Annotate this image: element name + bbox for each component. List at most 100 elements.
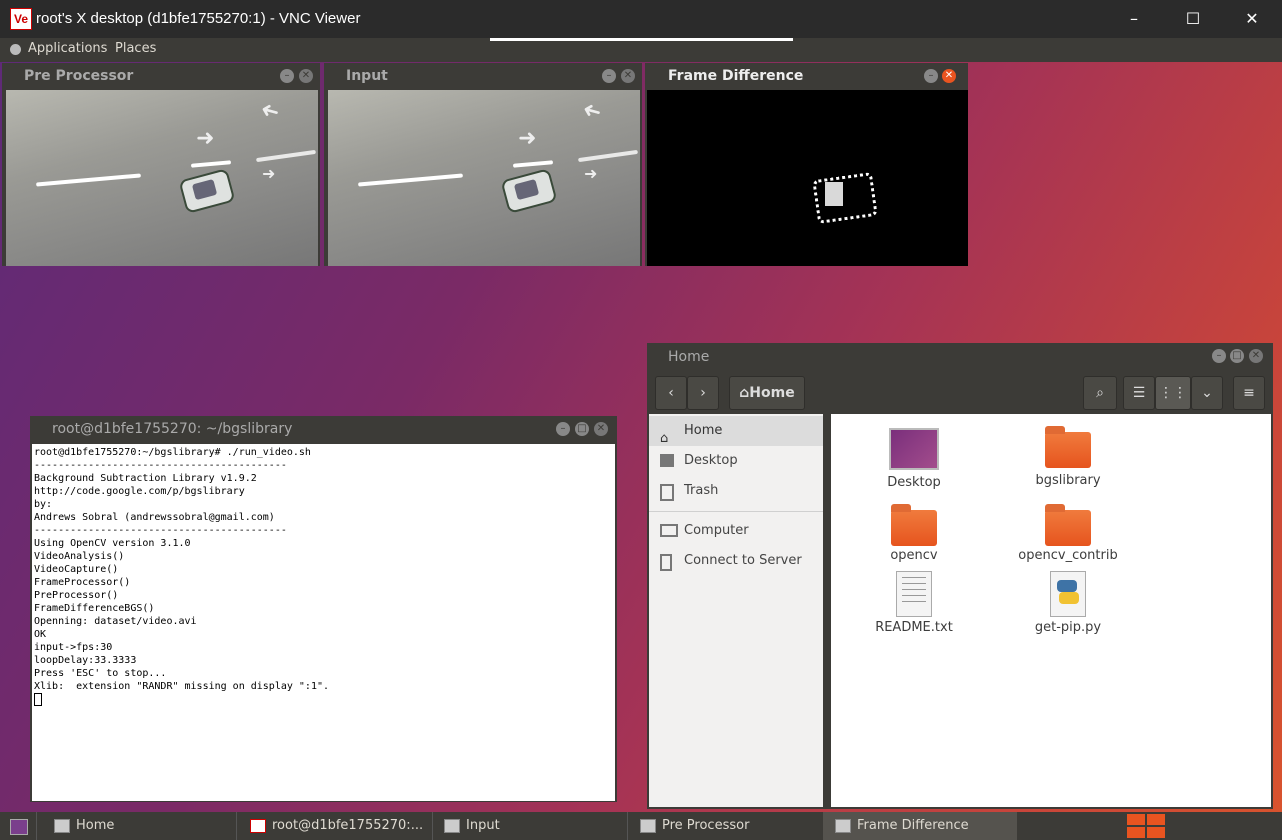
file-item-bgslibrary[interactable]: bgslibrary [998, 426, 1138, 488]
panel-indicator [490, 38, 793, 41]
close-icon[interactable]: ✕ [942, 69, 956, 83]
top-panel: Applications Places [0, 38, 1282, 62]
terminal-line: ----------------------------------------… [34, 525, 287, 536]
workspace-switcher[interactable] [1127, 814, 1165, 838]
terminal-line: Openning: dataset/video.avi [34, 616, 197, 627]
close-button[interactable]: ✕ [1232, 6, 1272, 32]
folder-icon [1045, 426, 1091, 468]
maximize-icon[interactable]: □ [1230, 349, 1244, 363]
back-button[interactable]: ‹ [655, 376, 687, 410]
minimize-button[interactable]: – [1114, 6, 1154, 32]
view-options-button[interactable]: ⌄ [1191, 376, 1223, 410]
applications-icon [10, 44, 21, 55]
sidebar-item-home[interactable]: ⌂ Home [649, 416, 823, 446]
file-item-opencv-contrib[interactable]: opencv_contrib [998, 504, 1138, 563]
input-window[interactable]: Input – ✕ ➜ ➜ ➜ [324, 63, 642, 266]
menu-button[interactable]: ≡ [1233, 376, 1265, 410]
window-icon [835, 819, 851, 833]
minimize-icon[interactable]: – [924, 69, 938, 83]
search-button[interactable]: ⌕ [1083, 376, 1117, 410]
close-icon[interactable]: ✕ [621, 69, 635, 83]
pre-processor-title: Pre Processor [24, 68, 134, 84]
home-icon: ⌂ [739, 385, 750, 401]
sidebar-item-computer[interactable]: Computer [649, 516, 823, 546]
file-item-desktop[interactable]: Desktop [844, 428, 984, 490]
file-item-opencv[interactable]: opencv [844, 504, 984, 563]
pre-processor-frame: ➜ ➜ ➜ [6, 90, 318, 266]
sidebar-item-trash[interactable]: Trash [649, 476, 823, 506]
file-manager-icon [54, 819, 70, 833]
vnc-titlebar: Ve root's X desktop (d1bfe1755270:1) - V… [0, 0, 1282, 38]
chevron-down-icon: ⌄ [1201, 385, 1213, 401]
terminal-app-icon [250, 819, 266, 833]
text-file-icon [896, 571, 932, 617]
terminal-line: loopDelay:33.3333 [34, 655, 137, 666]
taskbar-item-home[interactable]: Home [54, 812, 234, 840]
list-icon: ☰ [1132, 385, 1146, 401]
maximize-icon[interactable]: □ [575, 422, 589, 436]
forward-button[interactable]: › [687, 376, 719, 410]
grid-icon: ⋮⋮ [1159, 385, 1187, 401]
file-manager-window[interactable]: Home – □ ✕ ‹ › ⌂Home ⌕ ☰ ⋮⋮ ⌄ ≡ ⌂ Home D… [647, 343, 1273, 809]
terminal-line: VideoCapture() [34, 564, 119, 575]
pre-processor-window[interactable]: Pre Processor – ✕ ➜ ➜ ➜ [2, 63, 320, 266]
taskbar-item-pre-processor[interactable]: Pre Processor [640, 812, 820, 840]
file-manager-title: Home [668, 349, 710, 365]
terminal-output[interactable]: root@d1bfe1755270:~/bgslibrary# ./run_vi… [32, 444, 615, 801]
minimize-icon[interactable]: – [1212, 349, 1226, 363]
terminal-line: FrameDifferenceBGS() [34, 603, 155, 614]
taskbar-item-frame-difference[interactable]: Frame Difference [835, 812, 1015, 840]
applications-menu[interactable]: Applications [28, 41, 107, 56]
folder-icon [1045, 504, 1091, 546]
terminal-line: Andrews Sobral (andrewssobral@gmail.com) [34, 512, 275, 523]
vnc-logo-icon: Ve [10, 8, 32, 30]
close-icon[interactable]: ✕ [299, 69, 313, 83]
sidebar-divider [649, 511, 823, 512]
trash-icon [660, 484, 674, 501]
input-title: Input [346, 68, 388, 84]
window-icon [444, 819, 460, 833]
input-frame: ➜ ➜ ➜ [328, 90, 640, 266]
close-icon[interactable]: ✕ [594, 422, 608, 436]
desktop-folder-icon [889, 428, 939, 470]
hamburger-icon: ≡ [1243, 385, 1255, 401]
window-title: root's X desktop (d1bfe1755270:1) - VNC … [36, 10, 361, 27]
terminal-line: OK [34, 629, 47, 640]
show-desktop-icon[interactable] [10, 819, 28, 835]
taskbar: Home root@d1bfe1755270:... Input Pre Pro… [0, 812, 1282, 840]
file-grid: Desktop bgslibrary opencv opencv_contrib… [831, 414, 1271, 807]
close-icon[interactable]: ✕ [1249, 349, 1263, 363]
terminal-window[interactable]: root@d1bfe1755270: ~/bgslibrary – □ ✕ ro… [30, 416, 617, 802]
minimize-icon[interactable]: – [556, 422, 570, 436]
terminal-line: input->fps:30 [34, 642, 113, 653]
path-home-button[interactable]: ⌂Home [729, 376, 805, 410]
python-file-icon [1050, 571, 1086, 617]
terminal-line: ----------------------------------------… [34, 460, 287, 471]
sidebar-item-connect-to-server[interactable]: Connect to Server [649, 546, 823, 576]
maximize-button[interactable]: ☐ [1173, 6, 1213, 32]
minimize-icon[interactable]: – [280, 69, 294, 83]
computer-icon [660, 524, 678, 537]
frame-difference-frame [647, 90, 968, 266]
frame-difference-window[interactable]: Frame Difference – ✕ [645, 63, 968, 266]
search-icon: ⌕ [1096, 385, 1104, 401]
window-icon [640, 819, 656, 833]
terminal-line: Press 'ESC' to stop... [34, 668, 167, 679]
terminal-line: http://code.google.com/p/bgslibrary [34, 486, 245, 497]
home-icon: ⌂ [660, 431, 669, 446]
desktop-icon [660, 454, 674, 467]
sidebar-item-desktop[interactable]: Desktop [649, 446, 823, 476]
terminal-line: FrameProcessor() [34, 577, 131, 588]
places-sidebar: ⌂ Home Desktop Trash Computer Connect to… [649, 414, 823, 807]
server-icon [660, 554, 672, 571]
taskbar-item-input[interactable]: Input [444, 812, 624, 840]
file-item-get-pip[interactable]: get-pip.py [998, 571, 1138, 635]
terminal-line: Background Subtraction Library v1.9.2 [34, 473, 257, 484]
grid-view-button[interactable]: ⋮⋮ [1155, 376, 1191, 410]
file-item-readme[interactable]: README.txt [844, 571, 984, 635]
terminal-line: by: [34, 499, 53, 510]
taskbar-item-terminal[interactable]: root@d1bfe1755270:... [250, 812, 430, 840]
list-view-button[interactable]: ☰ [1123, 376, 1155, 410]
places-menu[interactable]: Places [115, 41, 156, 56]
minimize-icon[interactable]: – [602, 69, 616, 83]
